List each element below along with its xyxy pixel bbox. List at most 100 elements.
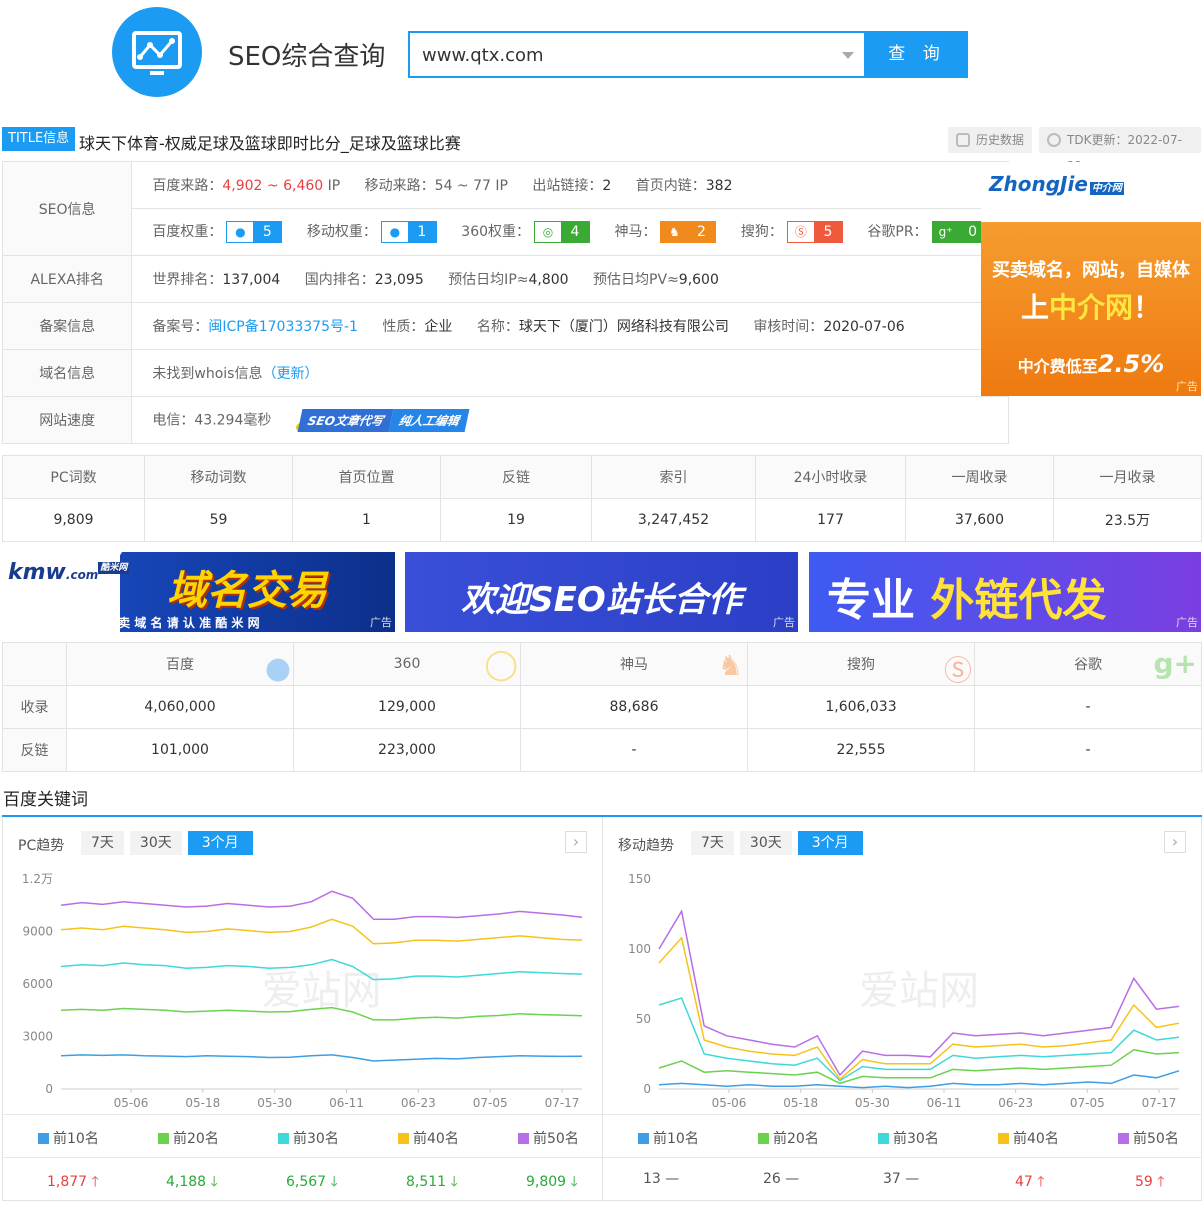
- page-title: SEO综合查询: [228, 42, 386, 72]
- seo-label: SEO信息: [1, 161, 133, 256]
- pc-legend-top20[interactable]: 前20名: [158, 1128, 219, 1148]
- history-data-button[interactable]: 历史数据: [948, 127, 1033, 153]
- mobile-value-top50-text: 59: [1135, 1174, 1153, 1190]
- domain-row: 未找到whois信息（更新）: [131, 349, 1009, 397]
- stat-header-week: 一周收录: [905, 455, 1054, 499]
- google-plus-icon: g+: [1153, 647, 1197, 680]
- mobile-tab-7d[interactable]: 7天: [691, 831, 734, 855]
- zhongjie-ad[interactable]: ZhongJie 中介网 买卖域名，网站，自媒体 上中介网！ 中介费低至2.5% …: [981, 162, 1201, 396]
- domain-search-input[interactable]: www.qtx.com: [408, 31, 866, 78]
- dash-icon: —: [905, 1171, 920, 1187]
- arrow-up-icon: 🡑: [1157, 1174, 1165, 1190]
- shenma-weight-value: 2: [687, 222, 716, 242]
- sogou-icon: Ⓢ: [787, 222, 814, 242]
- pc-legend-top10-label: 前10名: [53, 1131, 99, 1147]
- pc-tab-3m[interactable]: 3个月: [187, 831, 253, 855]
- shenma-indexed[interactable]: 88,686: [520, 685, 748, 729]
- mobile-legend-top20[interactable]: 前20名: [758, 1128, 819, 1148]
- engine-name-sogou: 搜狗: [847, 657, 875, 673]
- ad-line3-text: 中介费低至: [1017, 357, 1098, 376]
- daily-ip-label: 预估日均IP≈: [448, 272, 529, 288]
- banner-kmw[interactable]: kmw.com 酷米网 域名交易 买 卖 域 名 请 认 准 酷 米 网 广告: [2, 552, 395, 632]
- kmw-brand-tag: 酷米网: [98, 562, 130, 574]
- stat-value-mobile-words[interactable]: 59: [144, 498, 293, 542]
- kmw-headline: 域名交易: [167, 568, 327, 614]
- stat-value-backlinks[interactable]: 19: [440, 498, 592, 542]
- pc-legend-top10[interactable]: 前10名: [38, 1128, 99, 1148]
- icp-time-label: 审核时间：: [753, 319, 824, 335]
- mobile-legend-top40[interactable]: 前40名: [998, 1128, 1059, 1148]
- arrow-up-icon: 🡑: [1037, 1174, 1045, 1190]
- alexa-row: 世界排名：137,004 国内排名：23,095 预估日均IP≈4,800 预估…: [131, 255, 1009, 303]
- x-tick-label: 05-06: [114, 1096, 149, 1110]
- mobile-tab-3m[interactable]: 3个月: [797, 831, 863, 855]
- zhongjie-logo-sub: 中介网: [1089, 182, 1124, 195]
- shenma-icon: ♞: [661, 222, 688, 242]
- baidu-weight-value: 5: [253, 222, 282, 242]
- y-tick-label: 0: [643, 1082, 651, 1096]
- 360-backlinks[interactable]: 223,000: [293, 728, 521, 772]
- y-tick-label: 100: [628, 942, 651, 956]
- keywords-title: 百度关键词: [3, 790, 88, 810]
- inbound-label: 首页内链：: [635, 178, 706, 194]
- dash-icon: —: [785, 1171, 800, 1187]
- row-label-indexed: 收录: [2, 685, 67, 729]
- x-tick-label: 07-05: [1070, 1096, 1105, 1110]
- pc-tab-30d[interactable]: 30天: [129, 831, 182, 855]
- engine-name-shenma: 神马: [620, 657, 648, 673]
- pc-value-top20: 4,188 🡓: [166, 1171, 218, 1195]
- mobile-tab-30d[interactable]: 30天: [739, 831, 792, 855]
- y-tick-label: 50: [636, 1012, 651, 1026]
- sogou-indexed[interactable]: 1,606,033: [747, 685, 975, 729]
- banner-backlink-service[interactable]: 专业 外链代发 广告: [809, 552, 1201, 632]
- icp-label: 备案信息: [1, 302, 133, 350]
- stat-header-24h: 24小时收录: [755, 455, 906, 499]
- x-tick-label: 06-23: [998, 1096, 1033, 1110]
- mobile-value-top50: 59 🡑: [1135, 1171, 1165, 1195]
- x-tick-label: 05-30: [855, 1096, 890, 1110]
- query-button[interactable]: 查 询: [866, 31, 968, 78]
- dropdown-caret-icon[interactable]: [842, 52, 854, 59]
- sogou-weight[interactable]: 搜狗： Ⓢ 5: [741, 221, 843, 243]
- zhongjie-logo-text: ZhongJie: [989, 172, 1088, 196]
- baidu-weight[interactable]: 百度权重： ● 5: [152, 221, 283, 243]
- pc-tab-7d[interactable]: 7天: [81, 831, 124, 855]
- mobile-legend-top10[interactable]: 前10名: [638, 1128, 699, 1148]
- mobile-legend-top50-label: 前50名: [1133, 1131, 1179, 1147]
- sogou-backlinks[interactable]: 22,555: [747, 728, 975, 772]
- pc-legend-top40[interactable]: 前40名: [398, 1128, 459, 1148]
- whois-text: 未找到whois信息: [152, 366, 263, 382]
- search-value: www.qtx.com: [422, 45, 544, 66]
- stat-header-backlinks: 反链: [440, 455, 592, 499]
- kmw-brand: kmw: [8, 560, 66, 585]
- whois-update-link[interactable]: （更新）: [262, 366, 318, 382]
- baidu-backlinks[interactable]: 101,000: [66, 728, 294, 772]
- stat-value-pc-words[interactable]: 9,809: [2, 498, 145, 542]
- ad-tag: 广告: [773, 616, 795, 629]
- weights-row: 百度权重： ● 5 移动权重： ● 1 360权重： ◎ 4 神马： ♞ 2 搜狗： Ⓢ 5 谷歌P…: [131, 208, 1009, 256]
- pc-legend-top50[interactable]: 前50名: [518, 1128, 579, 1148]
- 360-weight-label: 360权重：: [461, 224, 531, 240]
- chevron-right-icon[interactable]: ›: [1164, 831, 1186, 853]
- mobile-weight[interactable]: 移动权重： ● 1: [307, 221, 437, 243]
- pc-legend-top30[interactable]: 前30名: [278, 1128, 339, 1148]
- banner-seo-cooperation[interactable]: 欢迎SEO站长合作 广告: [405, 552, 798, 632]
- mobile-trend-chart: 爱站网 0 50 100 150 05-06 05-18 05-30 06-11 06-23 07-…: [628, 872, 1180, 1110]
- chevron-right-icon[interactable]: ›: [565, 831, 587, 853]
- shenma-weight[interactable]: 神马： ♞ 2: [614, 221, 717, 243]
- pc-legend-top40-label: 前40名: [413, 1131, 459, 1147]
- icp-type-value: 企业: [424, 319, 453, 335]
- ad-line2-b: 中介网: [1048, 291, 1133, 324]
- tdk-update-button[interactable]: TDK更新：2022-07-22: [1039, 127, 1201, 173]
- baidu-indexed[interactable]: 4,060,000: [66, 685, 294, 729]
- icp-row: 备案号：闽ICP备17033375号-1 性质：企业 名称：球天下（厦门）网络科…: [131, 302, 1009, 350]
- 360-weight[interactable]: 360权重： ◎ 4: [461, 221, 591, 243]
- seo-writing-promo[interactable]: SEO文章代写 纯人工编辑: [295, 408, 470, 432]
- mobile-traffic-label: 移动来路：: [364, 178, 435, 194]
- 360-indexed[interactable]: 129,000: [293, 685, 521, 729]
- mobile-value-top10: 13 —: [643, 1171, 679, 1187]
- mobile-legend-top30[interactable]: 前30名: [878, 1128, 939, 1148]
- google-pr[interactable]: 谷歌PR： g⁺ 0: [867, 221, 988, 243]
- icp-no-link[interactable]: 闽ICP备17033375号-1: [208, 319, 358, 335]
- mobile-legend-top50[interactable]: 前50名: [1118, 1128, 1179, 1148]
